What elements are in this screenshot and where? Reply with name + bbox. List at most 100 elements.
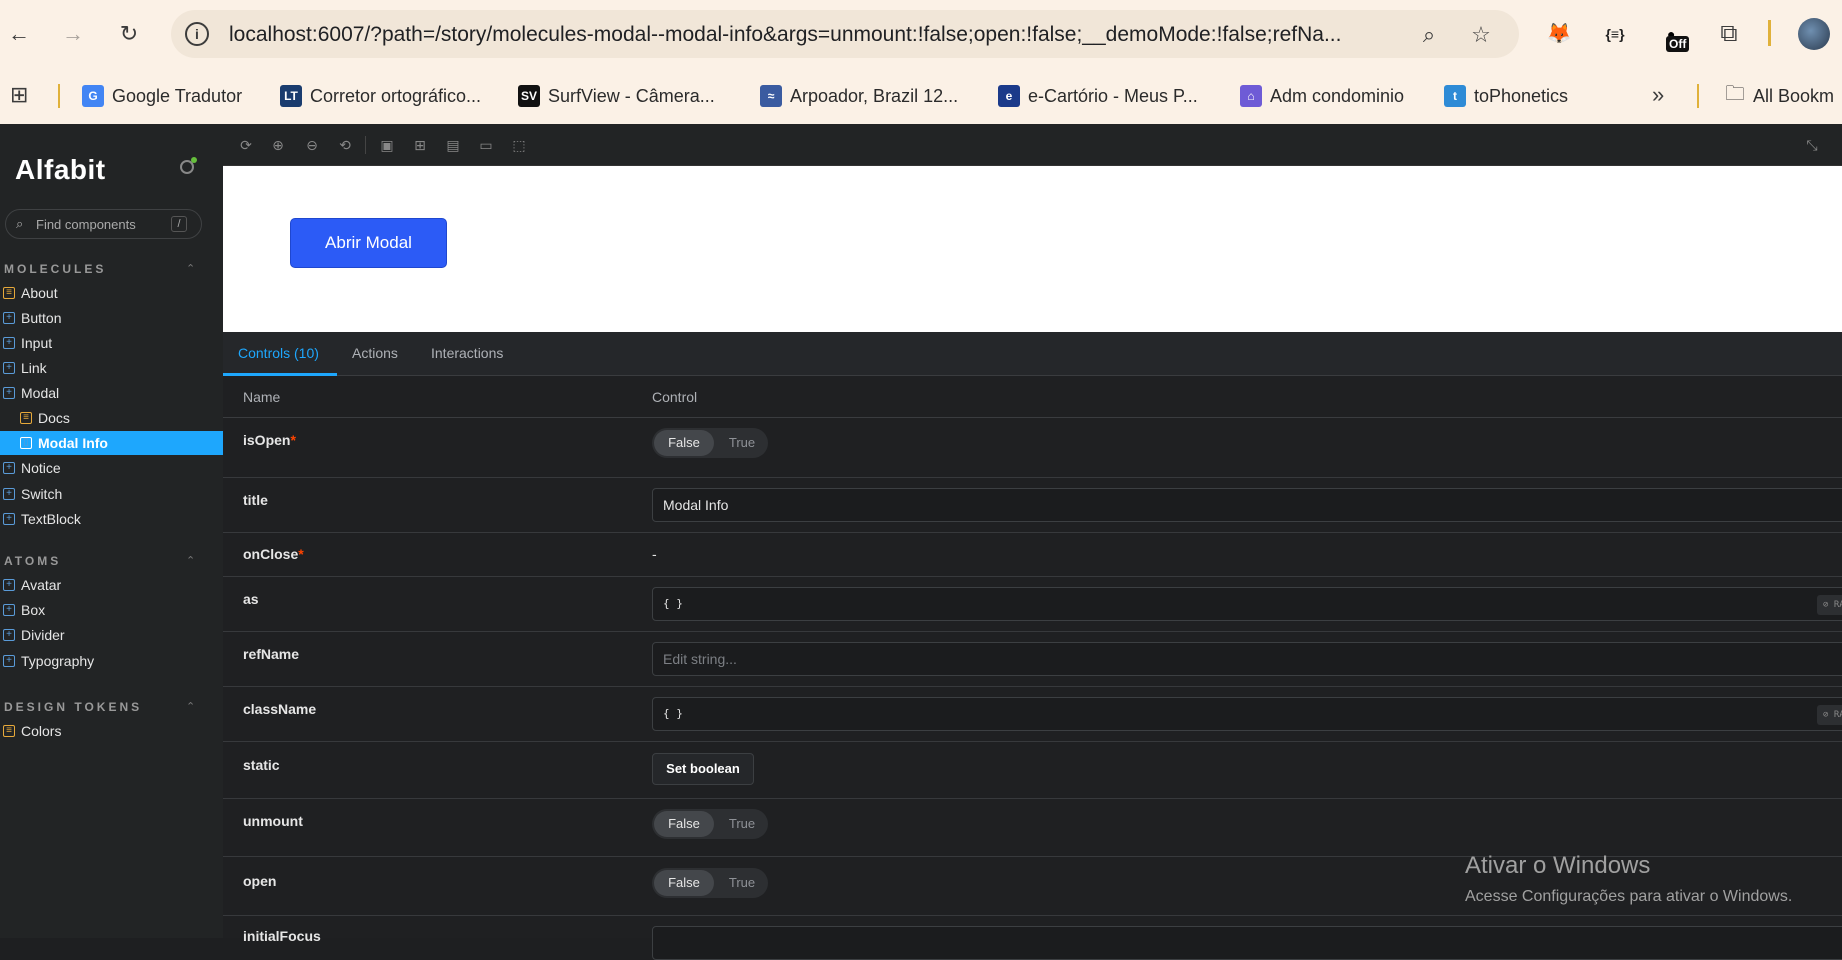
sidebar-item[interactable]: ▯ Modal Info <box>0 431 223 455</box>
open-modal-button[interactable]: Abrir Modal <box>290 218 447 268</box>
search-input[interactable]: ⌕ Find components / <box>5 209 202 239</box>
brand-logo[interactable]: Alfabit <box>15 154 106 186</box>
sidebar-item-label: Modal <box>21 385 60 401</box>
toggle-false[interactable]: False <box>654 811 714 837</box>
sidebar-item[interactable]: + Box <box>0 598 223 622</box>
search-placeholder: Find components <box>36 217 136 232</box>
addon-tabs: Controls (10) Actions Interactions <box>223 332 1842 376</box>
bookmark-label: Corretor ortográfico... <box>310 85 482 106</box>
sidebar-group-heading[interactable]: ATOMS <box>4 554 61 568</box>
sidebar-item-label: Link <box>21 360 47 376</box>
back-icon[interactable]: ← <box>5 20 33 48</box>
sidebar-group-heading[interactable]: DESIGN TOKENS <box>4 700 142 714</box>
forward-icon[interactable]: → <box>59 20 87 48</box>
bookmarks-more-icon[interactable]: » <box>1652 82 1664 108</box>
extensions-puzzle-icon[interactable]: ⧉ <box>1713 18 1745 50</box>
remount-icon[interactable]: ⟳ <box>237 136 255 154</box>
raw-toggle-button[interactable]: ⊘ RAW <box>1817 705 1842 725</box>
bookmark-item[interactable]: ≈ Arpoador, Brazil 12... <box>760 81 958 111</box>
extension-off-icon[interactable]: ● Off <box>1659 18 1695 52</box>
collapse-chevron-icon[interactable]: ⌃ <box>186 700 195 713</box>
sidebar-item-label: Colors <box>21 723 62 739</box>
reload-icon[interactable]: ↻ <box>115 20 143 48</box>
site-info-icon[interactable]: i <box>185 22 209 46</box>
classname-object-input[interactable]: { } ⊘ RAW <box>652 697 1842 731</box>
initialfocus-input[interactable] <box>652 926 1842 960</box>
bookmark-favicon-icon: t <box>1444 85 1466 107</box>
zoom-reset-icon[interactable]: ⟲ <box>336 136 354 154</box>
unmount-toggle[interactable]: False True <box>652 809 768 839</box>
bookmark-item[interactable]: e e-Cartório - Meus P... <box>998 81 1198 111</box>
control-row-classname: className { } ⊘ RAW <box>223 687 1842 742</box>
address-bar[interactable]: i localhost:6007/?path=/story/molecules-… <box>171 10 1519 58</box>
toggle-true[interactable]: True <box>722 870 762 896</box>
status-indicator-icon[interactable] <box>180 157 197 174</box>
outline-icon[interactable]: ⬚ <box>510 136 528 154</box>
profile-avatar[interactable] <box>1798 18 1830 50</box>
bookmark-item[interactable]: G Google Tradutor <box>82 81 242 111</box>
sidebar-item[interactable]: + Divider <box>0 623 223 647</box>
toggle-false[interactable]: False <box>654 430 714 456</box>
control-row-onclose: onClose* - <box>223 533 1842 577</box>
sidebar-item[interactable]: ≡ About <box>0 281 223 305</box>
sidebar-item[interactable]: + Link <box>0 356 223 380</box>
sidebar-item[interactable]: ≡ Colors <box>0 719 223 743</box>
sidebar-item-label: Input <box>21 335 53 351</box>
grid-icon[interactable]: ⊞ <box>411 136 429 154</box>
background-icon[interactable]: ▣ <box>378 136 396 154</box>
zoom-icon[interactable]: ⌕ <box>1416 22 1442 48</box>
metamask-icon[interactable]: 🦊 <box>1543 18 1575 50</box>
measure-icon[interactable]: ▭ <box>477 136 495 154</box>
component-icon: + <box>3 655 15 667</box>
bookmark-item[interactable]: SV SurfView - Câmera... <box>518 81 715 111</box>
sidebar-item[interactable]: + Input <box>0 331 223 355</box>
bookmark-item[interactable]: LT Corretor ortográfico... <box>280 81 481 111</box>
set-boolean-button[interactable]: Set boolean <box>652 753 754 785</box>
as-object-input[interactable]: { } ⊘ RAW <box>652 587 1842 621</box>
toggle-false[interactable]: False <box>654 870 714 896</box>
sidebar-item[interactable]: + TextBlock <box>0 507 223 531</box>
sidebar-group-heading[interactable]: MOLECULES <box>4 262 106 276</box>
bookmark-item[interactable]: ⌂ Adm condominio <box>1240 81 1404 111</box>
tab-interactions[interactable]: Interactions <box>431 345 503 361</box>
sidebar-item-label: Notice <box>21 460 61 476</box>
bookmarks-divider <box>58 84 60 108</box>
bookmark-label: Google Tradutor <box>112 85 243 106</box>
sidebar-item[interactable]: ≡ Docs <box>0 406 223 430</box>
collapse-chevron-icon[interactable]: ⌃ <box>186 262 195 275</box>
object-value: { } <box>663 597 683 610</box>
component-icon: + <box>3 579 15 591</box>
tab-actions[interactable]: Actions <box>352 345 398 361</box>
bookmark-star-icon[interactable]: ☆ <box>1468 22 1494 48</box>
apps-grid-icon[interactable]: ⊞ <box>10 82 28 108</box>
sidebar-item[interactable]: + Switch <box>0 482 223 506</box>
url-text[interactable]: localhost:6007/?path=/story/molecules-mo… <box>229 23 1379 47</box>
tab-controls[interactable]: Controls (10) <box>238 345 319 361</box>
viewport-icon[interactable]: ▤ <box>444 136 462 154</box>
sidebar-item-label: Button <box>21 310 62 326</box>
sidebar-item[interactable]: + Typography <box>0 649 223 673</box>
toggle-true[interactable]: True <box>722 811 762 837</box>
sidebar-item[interactable]: + Avatar <box>0 573 223 597</box>
isopen-toggle[interactable]: False True <box>652 428 768 458</box>
eye-off-icon: ⊘ <box>1823 710 1829 720</box>
raw-toggle-button[interactable]: ⊘ RAW <box>1817 595 1842 615</box>
preview-canvas: Abrir Modal <box>223 166 1842 332</box>
document-icon: ≡ <box>3 287 15 299</box>
sidebar-item[interactable]: + Notice <box>0 456 223 480</box>
json-viewer-icon[interactable]: {≡} <box>1599 18 1631 50</box>
refname-input[interactable]: Edit string... <box>652 642 1842 676</box>
zoom-in-icon[interactable]: ⊕ <box>269 136 287 154</box>
open-toggle[interactable]: False True <box>652 868 768 898</box>
collapse-chevron-icon[interactable]: ⌃ <box>186 554 195 567</box>
all-bookmarks-folder[interactable]: 🗀 All Bookm <box>1725 81 1834 111</box>
search-shortcut-key: / <box>171 216 187 232</box>
sidebar-item[interactable]: + Button <box>0 306 223 330</box>
sidebar-item[interactable]: + Modal <box>0 381 223 405</box>
storybook-sidebar: Alfabit ⌕ Find components / MOLECULES ⌃ ≡ A… <box>0 124 223 938</box>
zoom-out-icon[interactable]: ⊖ <box>303 136 321 154</box>
toggle-true[interactable]: True <box>722 430 762 456</box>
fullscreen-icon[interactable]: ⤡ <box>1803 136 1821 154</box>
title-input[interactable]: Modal Info <box>652 488 1842 522</box>
bookmark-item[interactable]: t toPhonetics <box>1444 81 1568 111</box>
